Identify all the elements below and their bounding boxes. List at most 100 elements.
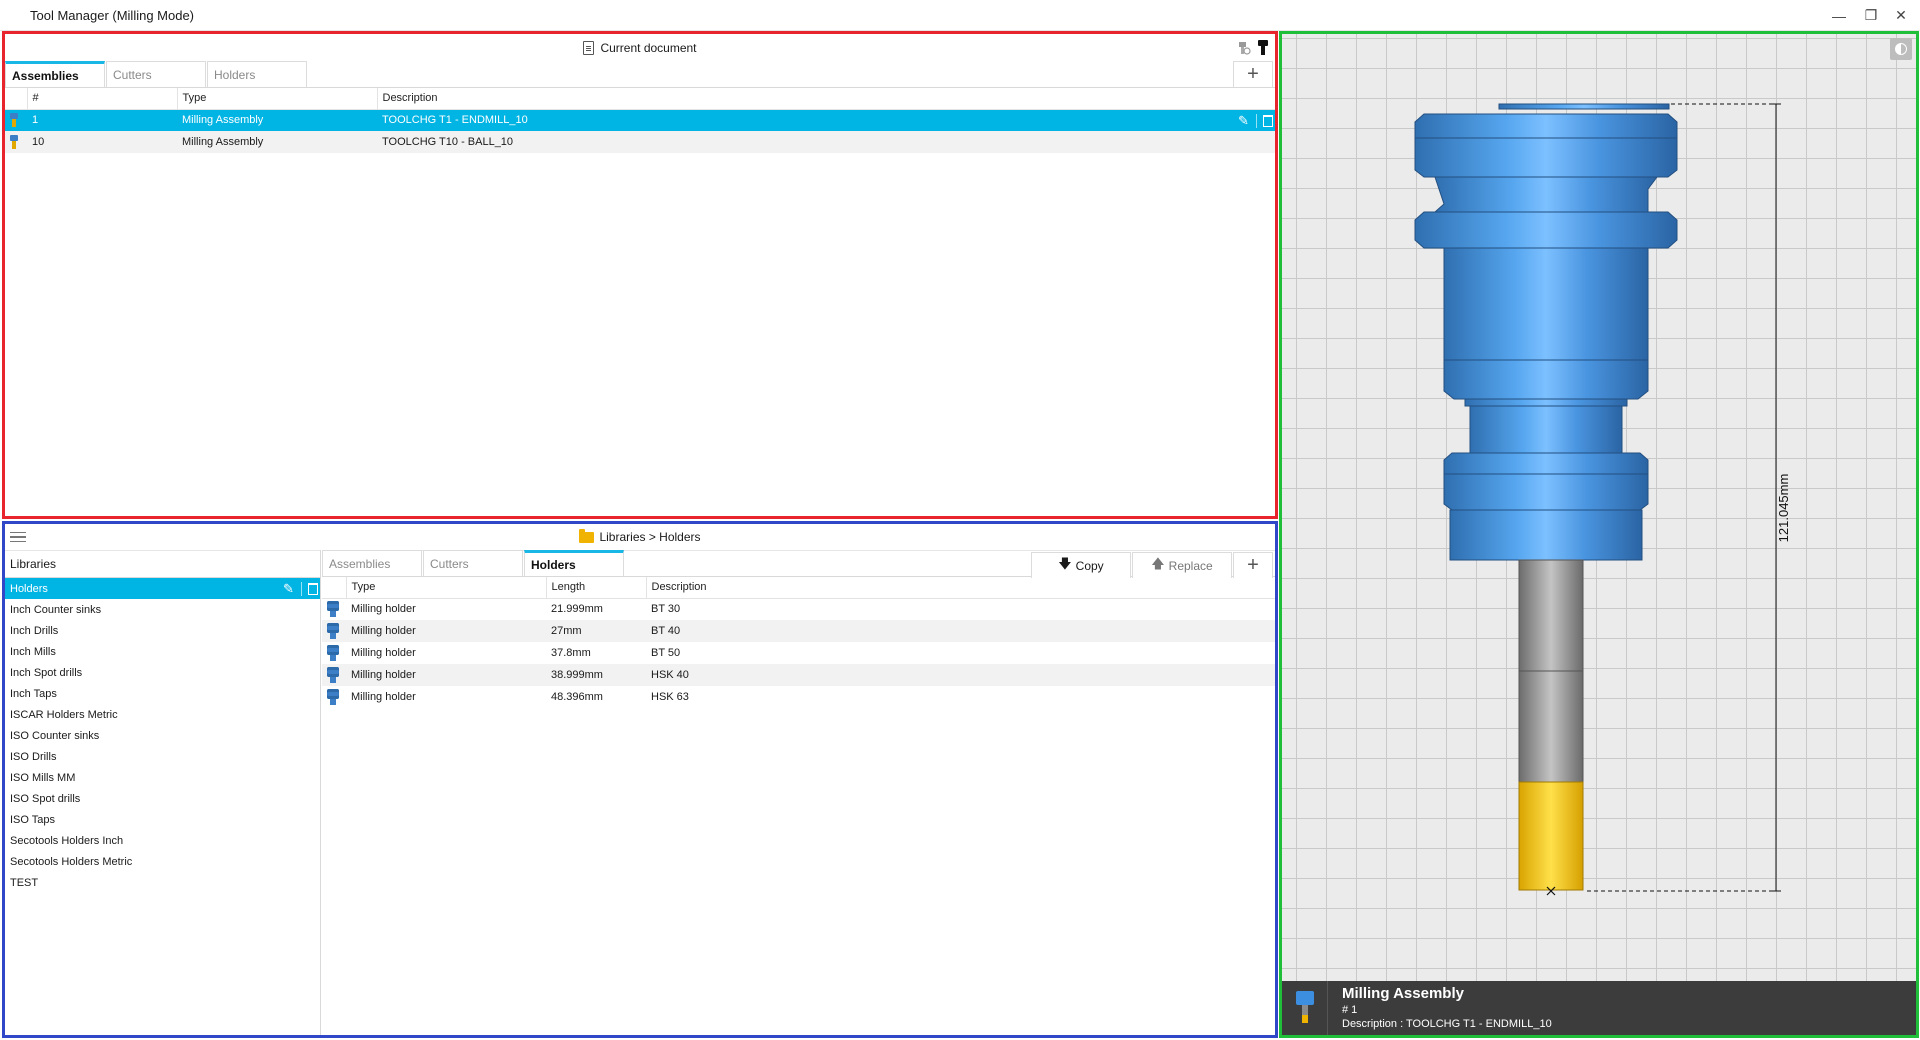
column-description[interactable]: Description: [377, 88, 1275, 110]
column-type[interactable]: Type: [177, 88, 378, 110]
dimension-label: 121.045mm: [1776, 474, 1791, 543]
milling-holder-icon: [327, 667, 339, 683]
library-item[interactable]: TEST: [5, 872, 320, 893]
column-number[interactable]: #: [27, 88, 178, 110]
row-icon-cell: [322, 686, 346, 708]
assemblies-table: # Type Description 1 Milling Assembly TO…: [5, 88, 1275, 153]
library-item[interactable]: ISO Spot drills: [5, 788, 320, 809]
cell-description: HSK 63: [651, 691, 689, 703]
column-type[interactable]: Type: [346, 577, 547, 599]
library-item[interactable]: ISO Mills MM: [5, 767, 320, 788]
table-row[interactable]: Milling holder 48.396mm HSK 63: [322, 686, 1275, 708]
library-item-label: ISO Taps: [10, 813, 56, 826]
milling-assembly-icon: [10, 113, 18, 128]
cell-description-text: TOOLCHG T1 - ENDMILL_10: [382, 114, 528, 127]
row-actions: ✎: [1238, 113, 1273, 128]
library-content-pane: Assemblies Cutters Holders 🡇 Copy 🡅 Repl…: [322, 550, 1275, 1035]
edit-icon[interactable]: ✎: [283, 582, 295, 595]
library-item-label: Inch Drills: [10, 624, 59, 637]
pin-tool-icon[interactable]: [1257, 39, 1269, 56]
library-item-label: Secotools Holders Metric: [10, 855, 133, 868]
tool-info-description: Description : TOOLCHG T1 - ENDMILL_10: [1342, 1018, 1552, 1030]
filter-icon[interactable]: [1237, 40, 1251, 56]
column-description[interactable]: Description: [646, 577, 1275, 599]
library-item[interactable]: Secotools Holders Metric: [5, 851, 320, 872]
table-row[interactable]: 1 Milling Assembly TOOLCHG T1 - ENDMILL_…: [5, 109, 1275, 131]
library-item-label: TEST: [10, 876, 39, 889]
library-item[interactable]: Inch Spot drills: [5, 662, 320, 683]
library-item-label: ISO Counter sinks: [10, 729, 100, 742]
milling-holder-icon: [327, 689, 339, 705]
cell-length: 21.999mm: [551, 603, 603, 616]
table-row[interactable]: Milling holder 37.8mm BT 50: [322, 642, 1275, 664]
tab-assemblies[interactable]: Assemblies: [5, 61, 105, 87]
table-row[interactable]: Milling holder 27mm BT 40: [322, 620, 1275, 642]
library-panel: Libraries > Holders Libraries Holders ✎ In…: [2, 521, 1278, 1038]
library-item[interactable]: Inch Mills: [5, 641, 320, 662]
shank-lower: [1518, 670, 1584, 783]
table-row[interactable]: Milling holder 21.999mm BT 30: [322, 598, 1275, 620]
menu-icon[interactable]: [10, 532, 26, 542]
replace-button[interactable]: 🡅 Replace: [1132, 552, 1232, 578]
column-icon: [322, 577, 347, 599]
library-item[interactable]: ISO Counter sinks: [5, 725, 320, 746]
cell-length: 48.396mm: [551, 691, 603, 703]
copy-label: Copy: [1075, 558, 1104, 573]
shank-upper: [1518, 559, 1584, 672]
add-assembly-button[interactable]: +: [1233, 61, 1273, 87]
current-document-panel: Current document Assemblies Cutters Hold…: [2, 31, 1278, 519]
milling-holder-icon: [327, 601, 339, 618]
library-item[interactable]: Inch Counter sinks: [5, 599, 320, 620]
table-row[interactable]: Milling holder 38.999mm HSK 40: [322, 664, 1275, 686]
preview-viewport[interactable]: 121.045mm: [1282, 34, 1916, 981]
library-item[interactable]: Inch Taps: [5, 683, 320, 704]
libraries-list: Holders ✎ Inch Counter sinks Inch Drills Inc…: [5, 578, 320, 893]
holder-neck: [1469, 405, 1623, 454]
tool-manager-window: Tool Manager (Milling Mode) — ❐ ✕ Curren…: [0, 0, 1920, 1040]
tab-assemblies[interactable]: Assemblies: [322, 550, 422, 576]
milling-assembly-icon: [1295, 991, 1314, 1025]
tab-cutters[interactable]: Cutters: [106, 61, 206, 87]
library-item[interactable]: ISO Drills: [5, 746, 320, 767]
column-length[interactable]: Length: [546, 577, 647, 599]
holder-nose: [1449, 509, 1643, 561]
edit-icon[interactable]: ✎: [1238, 114, 1250, 127]
close-button[interactable]: ✕: [1884, 0, 1918, 31]
cell-description: BT 50: [651, 647, 681, 659]
cell-number: 10: [27, 131, 177, 153]
row-icon-cell: [5, 109, 27, 131]
delete-icon[interactable]: [308, 582, 318, 595]
libraries-list-pane: Libraries Holders ✎ Inch Counter sinks Inch…: [5, 550, 321, 1035]
holders-table: Type Length Description Milling holder 21…: [322, 577, 1275, 708]
tab-holders[interactable]: Holders: [524, 550, 624, 576]
library-item-label: ISO Mills MM: [10, 771, 76, 784]
library-item[interactable]: Secotools Holders Inch: [5, 830, 320, 851]
folder-icon: [579, 528, 595, 543]
cell-type: Milling holder: [346, 664, 546, 686]
tool-info-bar: Milling Assembly # 1 Description : TOOLC…: [1282, 981, 1916, 1035]
library-item[interactable]: Holders ✎: [5, 578, 320, 599]
library-item[interactable]: ISCAR Holders Metric: [5, 704, 320, 725]
library-item-label: ISO Spot drills: [10, 792, 81, 805]
holder-collar: [1443, 452, 1649, 511]
cell-length: 37.8mm: [551, 647, 591, 659]
library-item[interactable]: Inch Drills: [5, 620, 320, 641]
tab-cutters[interactable]: Cutters: [423, 550, 523, 576]
library-header: Libraries > Holders: [5, 524, 1275, 550]
table-row[interactable]: 10 Milling Assembly TOOLCHG T10 - BALL_1…: [5, 131, 1275, 153]
restore-button[interactable]: ❐: [1854, 0, 1888, 31]
delete-icon[interactable]: [1263, 114, 1273, 127]
add-holder-button[interactable]: +: [1233, 552, 1273, 578]
tab-holders[interactable]: Holders: [207, 61, 307, 87]
arrow-down-icon: 🡇: [1058, 555, 1072, 571]
minimize-button[interactable]: —: [1822, 0, 1856, 31]
document-header: Current document: [5, 34, 1275, 61]
holders-table-body: Milling holder 21.999mm BT 30 Milling holde…: [322, 598, 1275, 708]
library-item-label: Inch Spot drills: [10, 666, 83, 679]
tool-info-text: Milling Assembly # 1 Description : TOOLC…: [1342, 985, 1552, 1030]
milling-holder-icon: [327, 623, 339, 639]
action-divider: [301, 581, 302, 596]
library-item[interactable]: ISO Taps: [5, 809, 320, 830]
copy-button[interactable]: 🡇 Copy: [1031, 552, 1131, 578]
window-title: Tool Manager (Milling Mode): [30, 7, 195, 23]
